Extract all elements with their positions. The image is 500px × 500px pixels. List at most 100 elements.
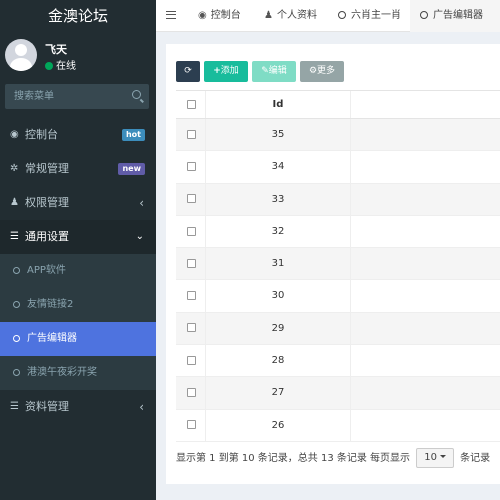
chevron-left-icon: ‹ xyxy=(139,196,144,210)
refresh-icon: ⟳ xyxy=(184,66,192,76)
row-checkbox[interactable] xyxy=(187,355,196,365)
row-checkbox[interactable] xyxy=(187,129,196,139)
tab-six-zodiac[interactable]: 六肖主一肖 xyxy=(338,0,401,32)
cell-id: 34 xyxy=(206,151,351,183)
user-panel: 飞天 在线 xyxy=(0,32,156,80)
sidebar-item-general[interactable]: ✲ 常规管理 new xyxy=(0,152,156,186)
tab-label: 广告编辑器 xyxy=(433,10,483,21)
sidebar-subitem-app[interactable]: APP软件 xyxy=(0,254,156,288)
dashboard-icon: ◉ xyxy=(10,129,19,140)
plus-icon: + xyxy=(213,66,221,76)
table-row[interactable]: 34 xyxy=(176,151,500,184)
sidebar-item-dashboard[interactable]: ◉ 控制台 hot xyxy=(0,118,156,152)
cogs-icon: ✲ xyxy=(10,163,19,174)
circle-icon xyxy=(13,335,20,342)
tab-label: 控制台 xyxy=(210,10,241,21)
menu-toggle-icon[interactable] xyxy=(166,11,176,19)
select-all-checkbox[interactable] xyxy=(187,99,196,109)
row-checkbox[interactable] xyxy=(187,161,196,171)
column-header-id[interactable]: Id xyxy=(206,91,351,118)
cell-id: 30 xyxy=(206,280,351,312)
cell-id: 31 xyxy=(206,248,351,280)
tab-profile[interactable]: ♟ 个人资料 xyxy=(264,0,317,32)
sidebar-subitem-links[interactable]: 友情链接2 xyxy=(0,288,156,322)
sidebar-item-label: 权限管理 xyxy=(25,196,69,209)
app-logo[interactable]: 金澳论坛 xyxy=(0,0,156,32)
user-status: 在线 xyxy=(45,57,76,72)
chevron-down-icon: ⌄ xyxy=(135,231,144,242)
row-checkbox[interactable] xyxy=(187,194,196,204)
sidebar-subitem-lottery[interactable]: 港澳午夜彩开奖 xyxy=(0,356,156,390)
tab-label: 六肖主一肖 xyxy=(351,10,401,21)
search-input[interactable] xyxy=(5,84,125,109)
user-status-text: 在线 xyxy=(56,61,76,72)
page-size-value: 10 xyxy=(424,452,437,463)
group-icon: ♟ xyxy=(10,197,19,208)
content-panel: ⟳ +添加 ✎编辑 ⚙更多 Id 35 34 33 32 31 30 29 28… xyxy=(166,44,500,484)
circle-icon xyxy=(13,369,20,376)
page-size-dropdown[interactable]: 10 xyxy=(416,448,454,468)
table-row[interactable]: 27 xyxy=(176,377,500,410)
cell-id: 26 xyxy=(206,409,351,441)
row-checkbox[interactable] xyxy=(187,291,196,301)
chevron-left-icon: ‹ xyxy=(139,400,144,414)
row-checkbox[interactable] xyxy=(187,258,196,268)
pagination-summary: 显示第 1 到第 10 条记录，总共 13 条记录 每页显示 xyxy=(176,453,411,464)
new-badge: new xyxy=(118,163,145,175)
table-row[interactable]: 31 xyxy=(176,248,500,281)
row-checkbox[interactable] xyxy=(187,226,196,236)
search-icon[interactable] xyxy=(132,90,141,99)
circle-icon xyxy=(13,301,20,308)
sidebar-subitem-label: APP软件 xyxy=(27,265,66,276)
cell-id: 35 xyxy=(206,119,351,151)
table-row[interactable]: 33 xyxy=(176,183,500,216)
top-nav: ◉ 控制台 ♟ 个人资料 六肖主一肖 广告编辑器 xyxy=(156,0,500,32)
list-icon: ☰ xyxy=(10,401,19,412)
sidebar-item-label: 常规管理 xyxy=(25,162,69,175)
edit-label: 编辑 xyxy=(268,66,287,76)
tab-label: 个人资料 xyxy=(276,10,317,21)
row-checkbox[interactable] xyxy=(187,323,196,333)
sidebar-menu: ◉ 控制台 hot ✲ 常规管理 new ♟ 权限管理 ‹ ☰ 通用设置 ⌄ A… xyxy=(0,118,156,424)
cell-id: 28 xyxy=(206,345,351,377)
sidebar: 金澳论坛 飞天 在线 ◉ 控制台 hot ✲ 常规管理 new ♟ 权限管理 ‹… xyxy=(0,0,156,500)
table-row[interactable]: 29 xyxy=(176,312,500,346)
table-row[interactable]: 26 xyxy=(176,409,500,442)
add-button[interactable]: +添加 xyxy=(204,61,248,82)
tab-dashboard[interactable]: ◉ 控制台 xyxy=(198,0,241,32)
table-row[interactable]: 28 xyxy=(176,345,500,378)
sidebar-subitem-ad-editor[interactable]: 广告编辑器 xyxy=(0,322,156,356)
row-checkbox[interactable] xyxy=(187,388,196,398)
more-button[interactable]: ⚙更多 xyxy=(300,61,344,82)
hot-badge: hot xyxy=(121,129,145,141)
cell-id: 32 xyxy=(206,215,351,248)
gear-icon: ⚙ xyxy=(308,66,318,76)
table-row[interactable]: 35 xyxy=(176,119,500,152)
caret-down-icon xyxy=(439,455,446,458)
list-icon: ☰ xyxy=(10,231,19,242)
sidebar-item-label: 通用设置 xyxy=(25,230,69,243)
sidebar-item-data[interactable]: ☰ 资料管理 ‹ xyxy=(0,390,156,424)
tab-ad-editor[interactable]: 广告编辑器 xyxy=(410,0,500,32)
settings-submenu: APP软件 友情链接2 广告编辑器 港澳午夜彩开奖 xyxy=(0,254,156,390)
online-dot-icon xyxy=(45,62,53,70)
table-row[interactable]: 30 xyxy=(176,280,500,313)
circle-icon xyxy=(13,267,20,274)
avatar xyxy=(5,39,37,71)
row-checkbox[interactable] xyxy=(187,420,196,430)
edit-button[interactable]: ✎编辑 xyxy=(252,61,296,82)
cell-id: 27 xyxy=(206,377,351,409)
table-row[interactable]: 32 xyxy=(176,215,500,249)
dashboard-icon: ◉ xyxy=(198,10,207,21)
header-check-cell xyxy=(176,91,206,118)
pencil-icon: ✎ xyxy=(261,66,269,76)
sidebar-item-settings[interactable]: ☰ 通用设置 ⌄ xyxy=(0,220,156,254)
user-icon: ♟ xyxy=(264,10,273,21)
sidebar-subitem-label: 广告编辑器 xyxy=(27,333,77,344)
circle-icon xyxy=(338,11,346,19)
sidebar-search xyxy=(5,84,149,109)
sidebar-subitem-label: 港澳午夜彩开奖 xyxy=(27,367,97,378)
refresh-button[interactable]: ⟳ xyxy=(176,61,200,82)
sidebar-subitem-label: 友情链接2 xyxy=(27,299,74,310)
sidebar-item-auth[interactable]: ♟ 权限管理 ‹ xyxy=(0,186,156,220)
